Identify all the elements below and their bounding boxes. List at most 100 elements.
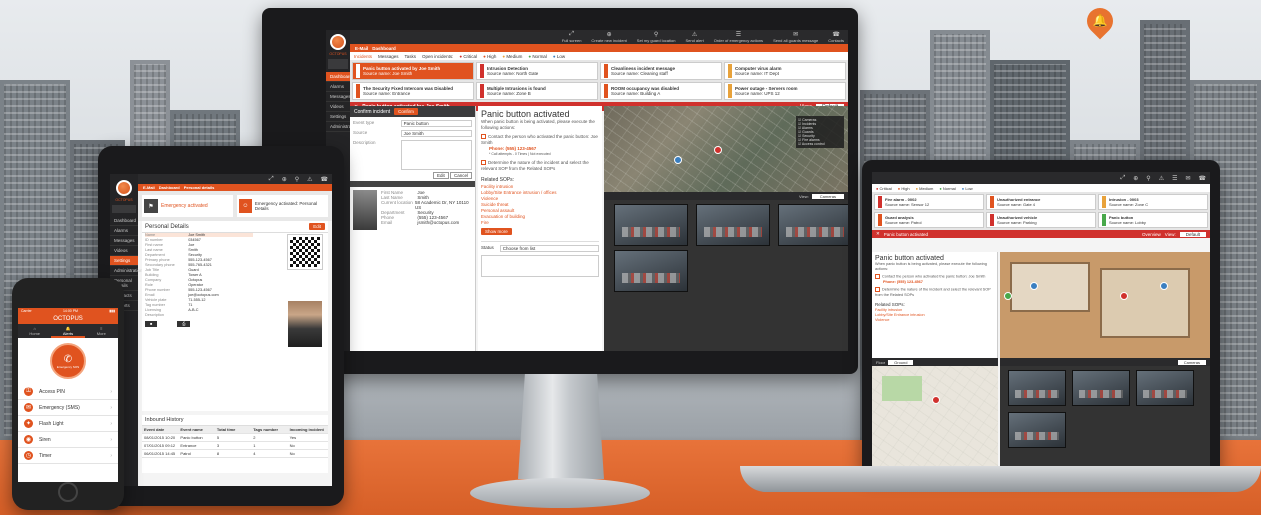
legend-medium[interactable]: ● Medium xyxy=(502,54,522,59)
sop-phone[interactable]: Phone: (555) 123-4567 xyxy=(875,280,994,285)
street-map[interactable] xyxy=(872,366,998,466)
source-field[interactable]: Joe Smith xyxy=(400,130,472,137)
list-item[interactable]: ⚿ Access PIN › xyxy=(18,384,118,400)
tab-personal-details[interactable]: Personal details xyxy=(184,185,215,190)
incident-marker-icon[interactable] xyxy=(714,146,722,154)
sop-step-1[interactable]: Contact the person who activated the pan… xyxy=(481,134,599,146)
incident-card[interactable]: Unauthorized vehicle Source name: Parking xyxy=(986,212,1096,228)
sidebar-item-videos[interactable]: Videos xyxy=(110,246,138,256)
sidebar-item-settings[interactable]: Settings xyxy=(326,112,350,122)
create-incident-button[interactable]: ⊕ xyxy=(282,176,287,183)
camera-feed[interactable] xyxy=(1008,412,1066,448)
camera-feed[interactable] xyxy=(1008,370,1066,406)
sidebar-item-administration[interactable]: Administration xyxy=(110,266,143,276)
tab-incidents[interactable]: Incidents xyxy=(354,54,372,59)
sop-step-2[interactable]: Determine the nature of the incident and… xyxy=(481,160,599,172)
satellite-map[interactable]: ☑ Cameras ☑ Incidents ☑ Alarms ☑ Guards … xyxy=(604,106,848,192)
edit-button[interactable]: Edit xyxy=(309,223,325,230)
legend-low[interactable]: ● Low xyxy=(553,54,565,59)
tab-more[interactable]: ≡ More xyxy=(85,324,118,338)
camera-feed[interactable] xyxy=(778,204,848,246)
send-alert-button[interactable]: ⚠ xyxy=(1159,175,1164,182)
incident-card[interactable]: Panic button Source name: Lobby xyxy=(1098,212,1208,228)
sidebar-item-videos[interactable]: Videos xyxy=(326,102,350,112)
related-sop-link[interactable]: Violence xyxy=(875,318,994,323)
camera-view-select[interactable]: Cameras xyxy=(1177,359,1206,365)
legend-high[interactable]: ● High xyxy=(483,54,496,59)
search-input[interactable] xyxy=(112,205,136,213)
sidebar-item-dashboard[interactable]: Dashboard xyxy=(110,216,138,226)
camera-feed[interactable] xyxy=(1136,370,1194,406)
incident-card[interactable]: Panic button activated by Joe Smith Sourc… xyxy=(352,62,474,80)
camera-feed[interactable] xyxy=(1072,370,1130,406)
incident-marker-icon[interactable] xyxy=(1120,292,1128,300)
camera-marker-icon[interactable] xyxy=(1160,282,1168,290)
incident-card[interactable]: The Security Fixed Intercom was Disabled… xyxy=(352,82,474,100)
guard-location-button[interactable]: ⚲ xyxy=(295,176,299,183)
tab-messages[interactable]: Messages xyxy=(378,54,399,59)
show-more-button[interactable]: Show more xyxy=(481,228,512,236)
floor-select[interactable]: Ground xyxy=(888,359,914,365)
guards-message-button[interactable]: ✉ xyxy=(1185,175,1190,182)
search-input[interactable] xyxy=(328,59,348,69)
incident-card[interactable]: ROOM occupancy was disabled Source name: … xyxy=(600,82,722,100)
emergency-actions-button[interactable]: ☰ Order of emergency actions xyxy=(714,31,763,43)
contacts-button[interactable]: ☎ xyxy=(1199,175,1206,182)
camera-marker-icon[interactable] xyxy=(1030,282,1038,290)
camera-view-select[interactable]: Cameras xyxy=(811,193,844,199)
tab-alerts[interactable]: 🔔 Alerts xyxy=(51,324,85,338)
fullscreen-button[interactable]: ⤢ xyxy=(1120,175,1125,182)
legend-normal[interactable]: ● Normal xyxy=(939,186,955,191)
layer-item[interactable]: ☑ Access control xyxy=(798,142,842,146)
scan-button[interactable]: ■ xyxy=(145,321,158,327)
fullscreen-button[interactable]: ⤢ Full screen xyxy=(562,31,582,43)
overview-link[interactable]: Overview xyxy=(1142,232,1161,237)
legend-medium[interactable]: ● Medium xyxy=(916,186,934,191)
emergency-details-tile[interactable]: ☺ Emergency activated: Personal Details xyxy=(237,195,328,217)
incident-card[interactable]: Cleanliness incident message Source name:… xyxy=(600,62,722,80)
incident-card[interactable]: Intrusion Detection Source name: North Ga… xyxy=(476,62,598,80)
status-select[interactable]: Choose from list xyxy=(499,245,599,253)
sidebar-item-messages[interactable]: Messages xyxy=(110,236,138,246)
tab-email[interactable]: E-Mail xyxy=(143,185,155,190)
contacts-button[interactable]: ☎ xyxy=(321,176,328,183)
camera-feed[interactable] xyxy=(614,250,688,292)
sop-step-2[interactable]: Determine the nature of the incident and… xyxy=(875,287,994,298)
list-item[interactable]: ◷ Timer › xyxy=(18,448,118,464)
table-row[interactable]: 06/01/2015 14:45 Patrol 8 4 No xyxy=(142,450,328,458)
camera-feed[interactable] xyxy=(696,204,770,246)
incident-card[interactable]: Multiple Intrusions is found Source name:… xyxy=(476,82,598,100)
tab-home[interactable]: ⌂ Home xyxy=(18,324,51,338)
view-select[interactable]: Default xyxy=(1179,231,1206,237)
legend-high[interactable]: ● High xyxy=(898,186,910,191)
fullscreen-button[interactable]: ⤢ xyxy=(269,176,274,183)
list-item[interactable]: ✦ Flash Light › xyxy=(18,416,118,432)
incident-marker-icon[interactable] xyxy=(932,396,940,404)
sidebar-item-settings[interactable]: Settings xyxy=(110,256,138,266)
emergency-actions-button[interactable]: ☰ xyxy=(1172,175,1177,182)
send-alert-button[interactable]: ⚠ Send alert xyxy=(685,31,703,43)
create-incident-button[interactable]: ⊕ Create new incident xyxy=(591,31,626,43)
cancel-button[interactable]: Cancel xyxy=(449,172,472,179)
list-item[interactable]: ◉ Siren › xyxy=(18,432,118,448)
event-type-select[interactable]: Panic button xyxy=(400,120,472,127)
related-sop-link[interactable]: Fire xyxy=(481,220,599,226)
incident-card[interactable]: Power outage - Servers room Source name: … xyxy=(724,82,846,100)
edit-button[interactable]: Edit xyxy=(432,172,449,179)
laptop-alert-banner[interactable]: ✕ Panic button activated Overview View: … xyxy=(872,230,1210,238)
close-icon[interactable]: ✕ xyxy=(876,231,880,237)
sidebar-item-messages[interactable]: Messages xyxy=(326,92,351,102)
legend-normal[interactable]: ● Normal xyxy=(528,54,547,59)
contacts-button[interactable]: ☎ Contacts xyxy=(828,31,844,43)
guard-location-button[interactable]: ⚲ xyxy=(1146,175,1150,182)
confirm-button[interactable]: Confirm xyxy=(394,108,418,115)
sidebar-item-alarms[interactable]: Alarms xyxy=(326,82,350,92)
floor-plan[interactable] xyxy=(1000,252,1210,358)
sidebar-item-alarms[interactable]: Alarms xyxy=(110,226,138,236)
incident-card[interactable]: Fire alarm - 0002 Source name: Sensor 12 xyxy=(874,194,984,210)
incident-card[interactable]: Intrusion - 0003 Source name: Zone C xyxy=(1098,194,1208,210)
legend-critical[interactable]: ● Critical xyxy=(876,186,892,191)
table-row[interactable]: 08/01/2015 10:20 Panic button 5 2 Yes xyxy=(142,434,328,442)
print-button[interactable]: ⎙ xyxy=(177,321,191,327)
tab-dashboard[interactable]: Dashboard xyxy=(372,46,396,51)
